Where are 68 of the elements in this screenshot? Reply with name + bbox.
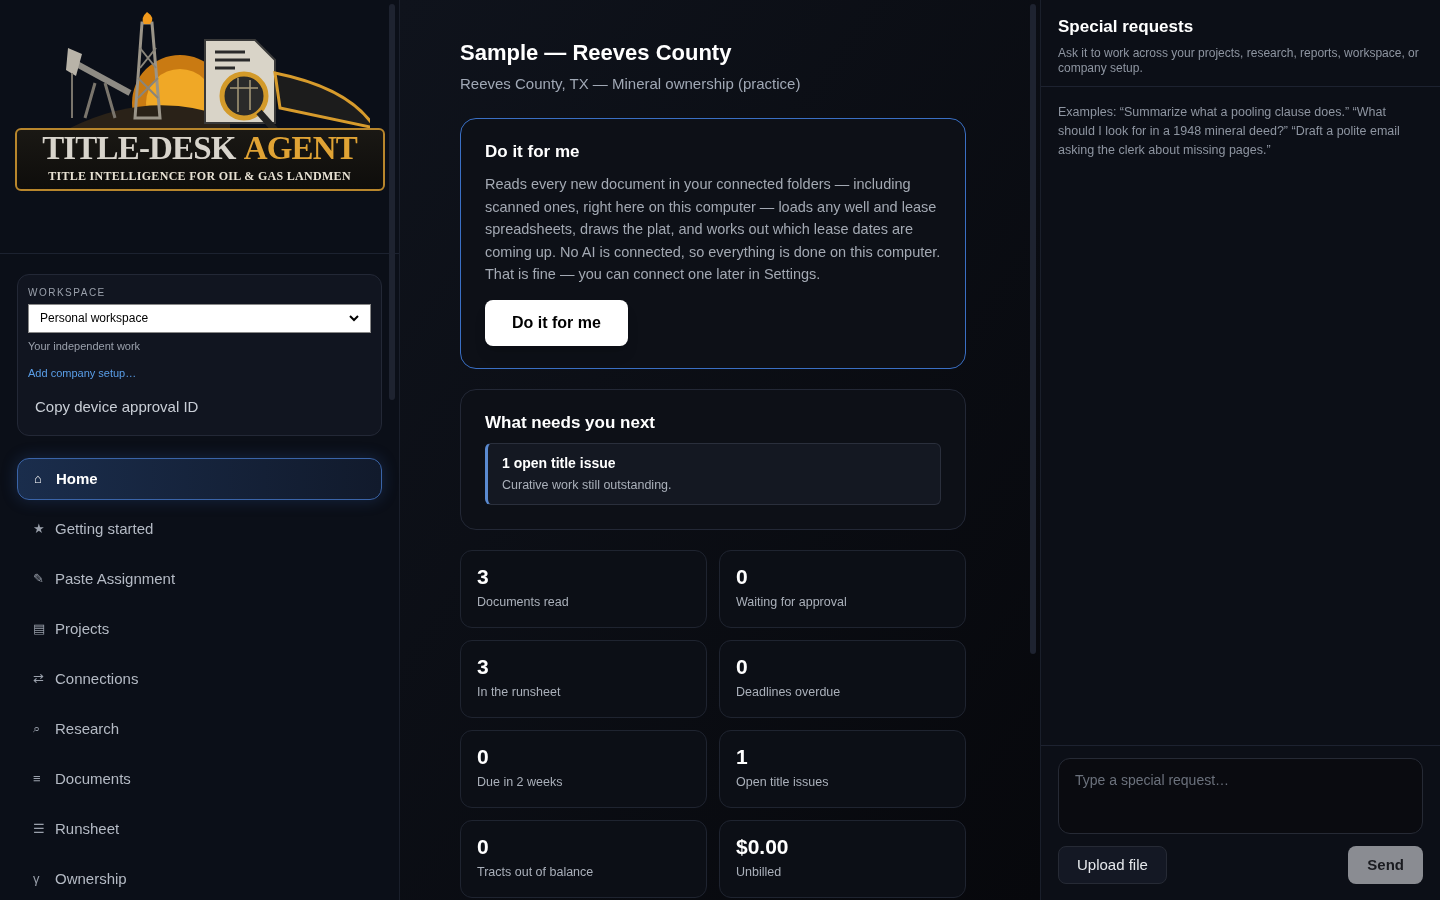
logo-tagline: TITLE INTELLIGENCE FOR OIL & GAS LANDMEN bbox=[48, 168, 351, 185]
stat-label: Deadlines overdue bbox=[736, 683, 842, 701]
request-field[interactable]: Type a special request… bbox=[1058, 758, 1423, 834]
nav-item[interactable]: ⌂ Home bbox=[17, 458, 382, 500]
issue-item[interactable]: 1 open title issue Curative work still outstanding. bbox=[485, 443, 941, 505]
stat-label: Due in 2 weeks bbox=[477, 773, 564, 791]
nav-label: Connections bbox=[55, 668, 139, 689]
nav-item[interactable]: ★ Getting started bbox=[17, 508, 382, 550]
stat-label: Unbilled bbox=[736, 863, 783, 881]
card-title: What needs you next bbox=[485, 411, 657, 434]
nav-label: Projects bbox=[55, 618, 110, 639]
nav-item[interactable]: ⌕ Research bbox=[17, 708, 382, 750]
nav-icon: ★ bbox=[33, 519, 45, 539]
panel-subtitle: Ask it to work across your projects, research, reports, workspace, or company setup. bbox=[1058, 45, 1420, 76]
stat-label: Open title issues bbox=[736, 773, 830, 791]
upload-button[interactable]: Upload file bbox=[1058, 846, 1167, 884]
stat-label: Documents read bbox=[477, 593, 570, 611]
stat-value: 0 bbox=[736, 653, 749, 680]
workspace-select[interactable]: Personal workspace bbox=[28, 303, 371, 333]
stat-value: 0 bbox=[736, 563, 749, 590]
scrollbar[interactable] bbox=[389, 4, 395, 400]
nav-icon: γ bbox=[33, 869, 45, 889]
nav-icon: ⌕ bbox=[33, 719, 45, 739]
stat-label: Waiting for approval bbox=[736, 593, 848, 611]
nav-item[interactable]: ☰ Runsheet bbox=[17, 808, 382, 850]
nav-label: Paste Assignment bbox=[55, 568, 176, 589]
nav-icon: ✎ bbox=[33, 569, 45, 589]
nav-label: Home bbox=[56, 468, 98, 489]
scrollbar[interactable] bbox=[1030, 4, 1036, 654]
nav-item[interactable]: ⇄ Connections bbox=[17, 658, 382, 700]
nav-item[interactable]: γ Ownership bbox=[17, 858, 382, 900]
stat-value: 3 bbox=[477, 563, 490, 590]
chevron-icon bbox=[349, 314, 359, 322]
nav-label: Research bbox=[55, 718, 120, 739]
nav-icon: ⇄ bbox=[33, 669, 45, 689]
nav-icon: ≡ bbox=[33, 769, 45, 789]
examples-text: Examples: “Summarize what a pooling clause does.” “What should I look for in a 1948 mineral deed?” “Draft a polite email asking the clerk about missing pages.” bbox=[1057, 103, 1401, 159]
logo-title: AGENT bbox=[243, 132, 357, 165]
do-it-button[interactable]: Do it for me bbox=[485, 299, 628, 346]
card-title: Do it for me bbox=[485, 140, 581, 163]
add-company-link[interactable]: Add company setup… bbox=[28, 367, 137, 379]
card-description: Reads every new document in your connected folders — including scanned ones, right here on this computer — loads any well and lease spreadsheets, draws the plat, and works out which lease dates are coming up. No AI is connected, so everything is done on this computer. That is fine — you can connect one later in Settings. bbox=[485, 175, 941, 284]
nav-label: Getting started bbox=[55, 518, 154, 539]
page-subtitle: Reeves County, TX — Mineral ownership (practice) bbox=[460, 74, 802, 94]
issue-detail: Curative work still outstanding. bbox=[502, 477, 673, 494]
logo-title: TITLE-DESK bbox=[42, 132, 236, 165]
issue-title: 1 open title issue bbox=[502, 454, 617, 473]
page-title: Sample — Reeves County bbox=[460, 39, 733, 67]
stat-value: 3 bbox=[477, 653, 490, 680]
nav-icon: ⌂ bbox=[34, 469, 46, 489]
nav-item[interactable]: ✎ Paste Assignment bbox=[17, 558, 382, 600]
nav-icon: ▤ bbox=[33, 619, 45, 639]
stat-label: Tracts out of balance bbox=[477, 863, 595, 881]
stat-value: 0 bbox=[477, 833, 490, 860]
workspace-note: Your independent work bbox=[28, 338, 142, 354]
nav-item[interactable]: ▤ Projects bbox=[17, 608, 382, 650]
nav-icon: ☰ bbox=[33, 819, 45, 839]
stat-value: 1 bbox=[736, 743, 749, 770]
nav-label: Runsheet bbox=[55, 818, 120, 839]
panel-title: Special requests bbox=[1058, 16, 1195, 38]
copy-id-button[interactable]: Copy device approval ID bbox=[35, 396, 199, 419]
nav-item[interactable]: ≡ Documents bbox=[17, 758, 382, 800]
workspace-label: WORKSPACE bbox=[28, 285, 107, 300]
stat-value: 0 bbox=[477, 743, 490, 770]
stat-value: $0.00 bbox=[736, 833, 790, 860]
nav-label: Documents bbox=[55, 768, 131, 789]
nav-label: Ownership bbox=[55, 868, 127, 889]
stat-label: In the runsheet bbox=[477, 683, 562, 701]
